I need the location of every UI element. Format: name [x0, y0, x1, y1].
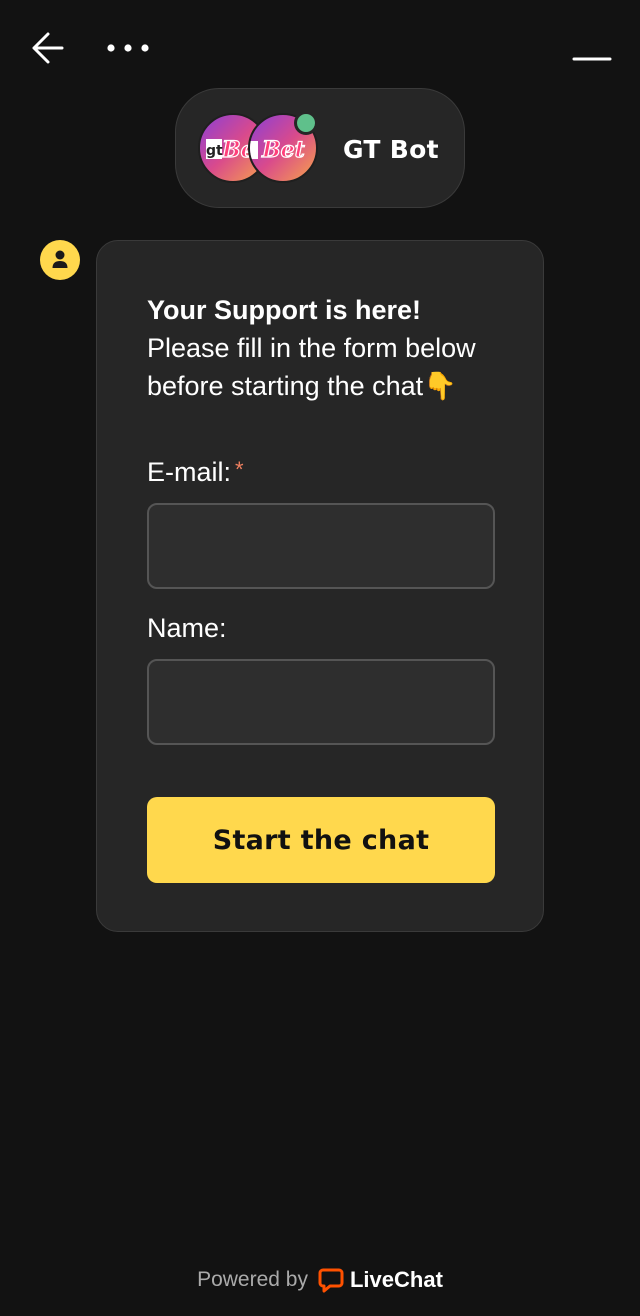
agent-header: gt Bet Bet GT Bot — [175, 88, 465, 208]
bot-avatar — [40, 240, 80, 280]
livechat-brand: LiveChat — [349, 1267, 443, 1292]
required-mark: * — [235, 457, 244, 482]
email-label: E-mail: * — [147, 455, 244, 489]
arrow-left-icon — [32, 32, 64, 64]
back-button[interactable] — [28, 30, 68, 66]
livechat-logo-icon — [318, 1268, 344, 1293]
minimize-button[interactable] — [568, 44, 616, 74]
avatar-logo-text: Bet — [261, 137, 305, 163]
agent-name: GT Bot — [343, 135, 439, 164]
intro-body: Please fill in the form below before sta… — [147, 333, 476, 401]
prechat-form-card: Your Support is here! Please fill in the… — [96, 240, 544, 932]
powered-by-text: Powered by — [197, 1268, 308, 1291]
email-field[interactable] — [147, 503, 495, 589]
intro-title: Your Support is here! — [147, 295, 422, 325]
more-horizontal-icon — [107, 44, 149, 52]
more-options-button[interactable] — [104, 34, 154, 62]
intro-message: Your Support is here! Please fill in the… — [147, 291, 519, 405]
svg-text:gt: gt — [206, 143, 223, 159]
online-status-dot — [294, 111, 318, 135]
name-label: Name: — [147, 613, 227, 643]
start-chat-button[interactable]: Start the chat — [147, 797, 495, 883]
name-field[interactable] — [147, 659, 495, 745]
email-label-text: E-mail: — [147, 457, 232, 487]
livechat-link[interactable]: LiveChat — [318, 1267, 443, 1293]
minimize-icon — [572, 57, 612, 61]
powered-by-footer: Powered by LiveChat — [0, 1262, 640, 1298]
user-icon — [52, 250, 68, 268]
